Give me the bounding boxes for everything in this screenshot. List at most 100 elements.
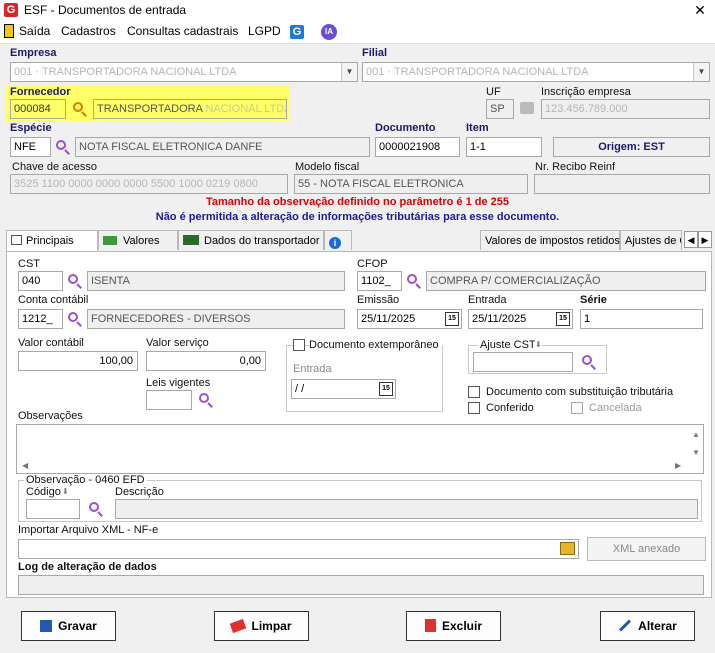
serie-input[interactable]: 1 [580, 309, 703, 329]
cfop-label: CFOP [357, 258, 388, 270]
filial-value: 001 · TRANSPORTADORA NACIONAL LTDA [366, 66, 589, 78]
extemporaneo-checkbox[interactable] [293, 339, 305, 351]
descricao-field [115, 499, 698, 519]
empresa-label: Empresa [10, 47, 57, 59]
especie-search-icon[interactable] [54, 138, 72, 156]
tab-scroll-right-button[interactable]: ▶ [698, 231, 712, 248]
cst-search-icon[interactable] [66, 272, 84, 290]
calendar-icon[interactable]: 15 [445, 312, 459, 326]
fornecedor-search-icon[interactable] [71, 100, 89, 118]
codigo-search-icon[interactable] [87, 500, 105, 518]
excluir-button[interactable]: Excluir [406, 611, 501, 641]
scroll-left-arrow[interactable]: ◀ [22, 461, 28, 470]
uf-label: UF [486, 86, 501, 98]
tab-dados-transportador[interactable]: Dados do transportador [178, 230, 324, 250]
empresa-value: 001 · TRANSPORTADORA NACIONAL LTDA [14, 66, 237, 78]
entrada2-input[interactable]: / / 15 [291, 379, 396, 399]
valor-contabil-input[interactable]: 100,00 [18, 351, 138, 371]
origem-badge: Origem: EST [553, 137, 710, 157]
documento-input[interactable]: 0000021908 [375, 137, 460, 157]
especie-code-input[interactable]: NFE [10, 137, 51, 157]
conferido-label: Conferido [486, 402, 534, 414]
scroll-down-arrow[interactable]: ▼ [692, 448, 700, 457]
leis-search-icon[interactable] [197, 391, 215, 409]
chevron-down-icon[interactable]: ▼ [693, 63, 709, 81]
ajuste-cst-search-icon[interactable] [580, 353, 598, 371]
warning-observation-size: Tamanho da observação definido no parâme… [206, 196, 509, 208]
filial-label: Filial [362, 47, 388, 59]
descricao-label: Descrição [115, 486, 164, 498]
cancelada-label: Cancelada [589, 402, 642, 414]
tab-ajustes[interactable]: Ajustes de C [620, 230, 682, 250]
leis-vigentes-input[interactable] [146, 390, 192, 410]
fornecedor-name: TRANSPORTADORA [97, 103, 203, 115]
tab-info[interactable]: i [324, 230, 352, 250]
entrada2-label: Entrada [293, 363, 332, 375]
alterar-button[interactable]: Alterar [600, 611, 695, 641]
gravar-button[interactable]: Gravar [21, 611, 116, 641]
calendar-icon[interactable]: 15 [379, 382, 393, 396]
tab-valores-impostos-retidos[interactable]: Valores de impostos retidos [480, 230, 620, 250]
codigo-input[interactable] [26, 499, 80, 519]
limpar-button[interactable]: Limpar [214, 611, 309, 641]
xml-path-input[interactable] [18, 539, 579, 559]
menu-lgpd[interactable]: LGPD [248, 24, 281, 38]
conferido-checkbox[interactable] [468, 402, 480, 414]
calendar-icon[interactable]: 15 [556, 312, 570, 326]
xml-anexado-button[interactable]: XML anexado [587, 537, 706, 561]
document-icon [11, 235, 22, 245]
tab-bar: Principais Valores Dados do transportado… [6, 230, 715, 252]
observacoes-textarea[interactable] [16, 424, 704, 474]
menu-consultas-cadastrais[interactable]: Consultas cadastrais [127, 24, 238, 38]
emissao-input[interactable]: 25/11/2025 15 [357, 309, 462, 329]
g-app-icon[interactable]: G [290, 25, 304, 39]
scroll-up-arrow[interactable]: ▲ [692, 430, 700, 439]
filial-select[interactable]: 001 · TRANSPORTADORA NACIONAL LTDA ▼ [362, 62, 710, 82]
codigo-label: Código [26, 486, 61, 498]
extemporaneo-label: Documento extemporâneo [309, 339, 442, 351]
ia-assistant-icon[interactable]: IA [321, 24, 337, 40]
menu-bar: Saída Cadastros Consultas cadastrais LGP… [0, 20, 715, 44]
tab-valores[interactable]: Valores [98, 230, 178, 250]
entrada-input[interactable]: 25/11/2025 15 [468, 309, 573, 329]
ajuste-cst-input[interactable] [473, 352, 573, 372]
item-input[interactable]: 1-1 [466, 137, 542, 157]
conta-code-input[interactable]: 1212_ [18, 309, 63, 329]
truck-icon [183, 235, 199, 245]
cst-code-input[interactable]: 040 [18, 271, 63, 291]
valor-servico-input[interactable]: 0,00 [146, 351, 266, 371]
scroll-right-arrow[interactable]: ▶ [675, 461, 681, 470]
empresa-select[interactable]: 001 · TRANSPORTADORA NACIONAL LTDA ▼ [10, 62, 358, 82]
log-label: Log de alteração de dados [18, 561, 157, 573]
cfop-code-input[interactable]: 1102_ [357, 271, 402, 291]
menu-saida[interactable]: Saída [19, 24, 50, 38]
especie-label: Espécie [10, 122, 52, 134]
tab-principais[interactable]: Principais [6, 230, 98, 252]
conta-search-icon[interactable] [66, 310, 84, 328]
conta-desc-field: FORNECEDORES - DIVERSOS [87, 309, 345, 329]
close-button[interactable]: ✕ [688, 0, 712, 20]
fornecedor-code-input[interactable]: 000084 [10, 99, 66, 119]
menu-cadastros[interactable]: Cadastros [61, 24, 116, 38]
recibo-label: Nr. Recibo Reinf [535, 161, 616, 173]
pencil-icon [619, 619, 632, 632]
title-bar: G ESF - Documentos de entrada ✕ [0, 0, 715, 20]
cst-label: CST [18, 258, 40, 270]
entrada-label: Entrada [468, 294, 507, 306]
fornecedor-name-blurred: NACIONAL LTDA [205, 103, 287, 115]
ajuste-cst-label: Ajuste CST [478, 339, 538, 351]
uf-field: SP [486, 99, 514, 119]
xml-import-label: Importar Arquivo XML - NF-e [18, 524, 159, 536]
folder-open-icon[interactable] [560, 542, 575, 555]
modelo-field: 55 - NOTA FISCAL ELETRONICA [294, 174, 528, 194]
valor-contabil-label: Valor contábil [18, 337, 84, 349]
substituicao-label: Documento com substituição tributária [486, 386, 674, 398]
chevron-down-icon[interactable]: ▼ [341, 63, 357, 81]
tab-scroll-left-button[interactable]: ◀ [684, 231, 698, 248]
stack-icon[interactable] [520, 102, 534, 114]
log-field [18, 575, 704, 595]
cst-desc-field: ISENTA [87, 271, 345, 291]
cfop-search-icon[interactable] [405, 272, 423, 290]
substituicao-checkbox[interactable] [468, 386, 480, 398]
recibo-field [534, 174, 710, 194]
